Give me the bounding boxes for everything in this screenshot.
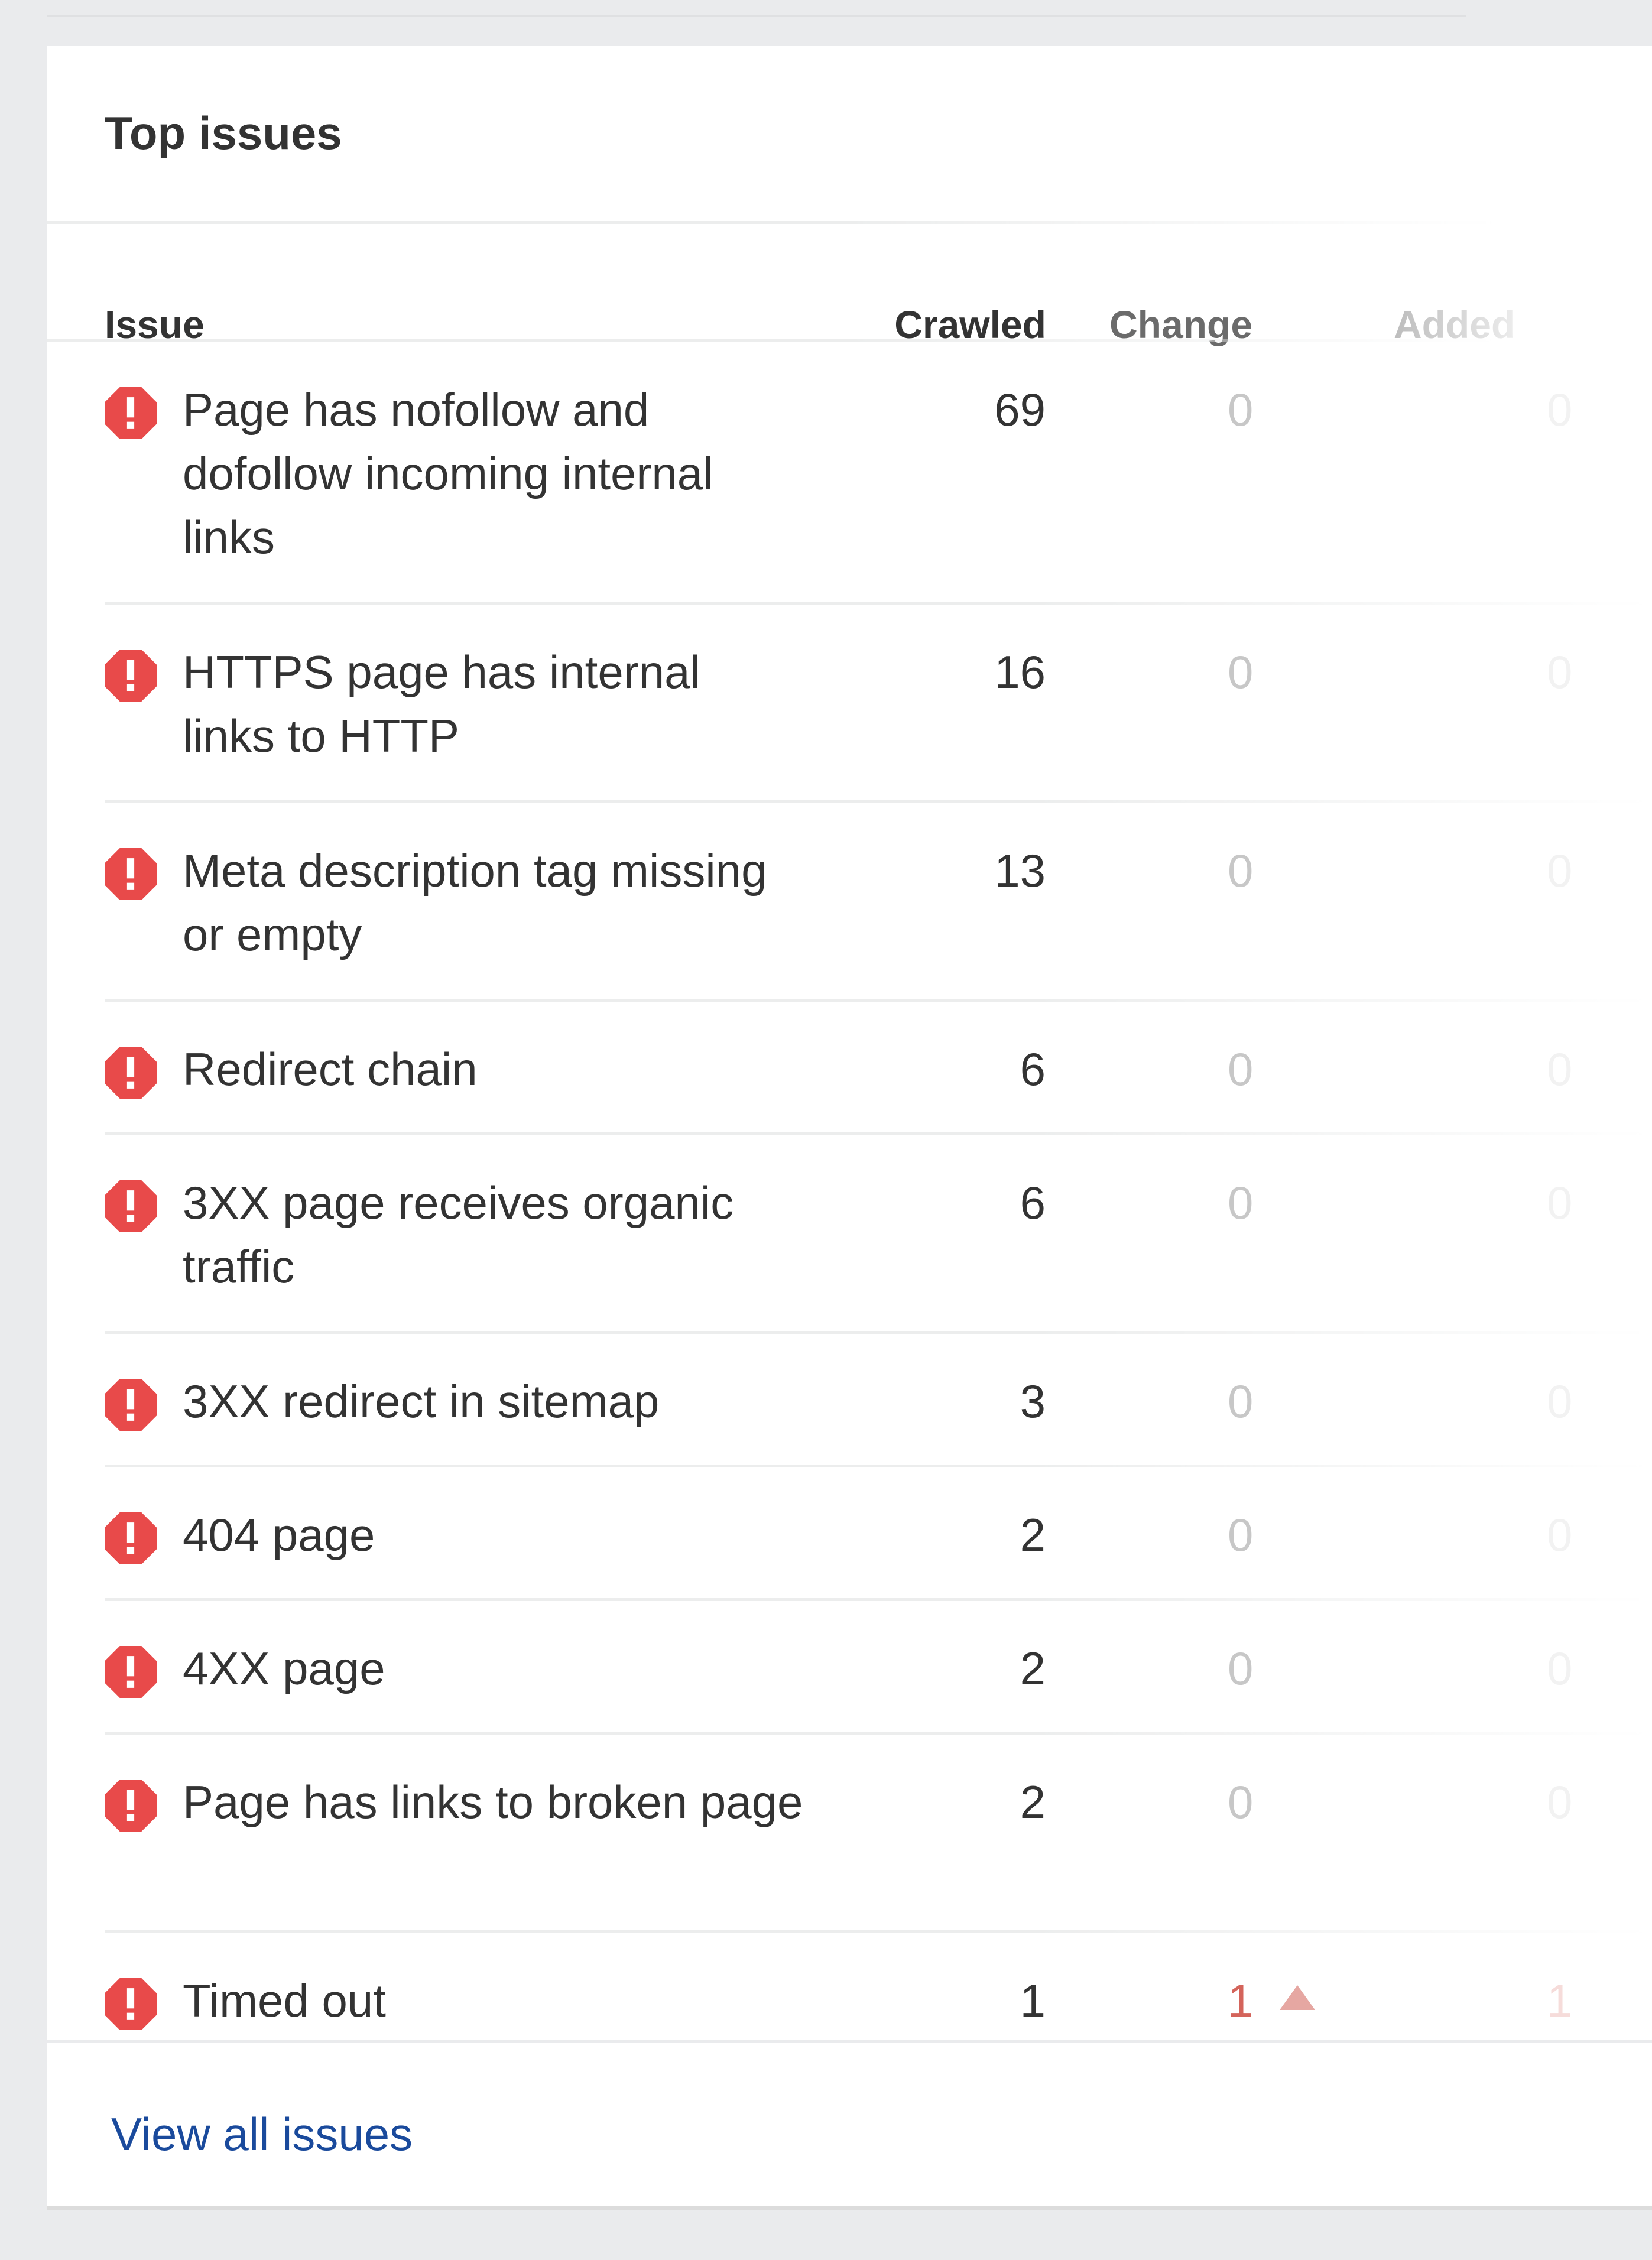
- change-count: 0: [1228, 845, 1254, 897]
- error-octagon-icon: [105, 650, 157, 702]
- crawled-count[interactable]: 1: [1020, 1969, 1046, 2032]
- crawled-count[interactable]: 16: [994, 640, 1046, 704]
- issue-name[interactable]: Page has nofollow and dofollow incoming …: [183, 378, 803, 569]
- error-octagon-icon: [105, 1646, 157, 1698]
- issue-name[interactable]: 3XX page receives organic traffic: [183, 1171, 803, 1298]
- added-count: 0: [1547, 1509, 1573, 1561]
- added-count: 0: [1547, 1177, 1573, 1229]
- table-row[interactable]: 4XX page 2 0 0: [47, 1601, 1652, 1735]
- crawled-count[interactable]: 69: [994, 378, 1046, 441]
- table-row[interactable]: Redirect chain 6 0 0: [47, 1002, 1652, 1135]
- change-count: 0: [1228, 1509, 1254, 1561]
- added-count: 0: [1547, 646, 1573, 698]
- view-all-issues-link[interactable]: View all issues: [111, 2108, 413, 2161]
- issues-table-body: Page has nofollow and dofollow incoming …: [47, 342, 1652, 2067]
- crawled-count[interactable]: 2: [1020, 1503, 1046, 1567]
- top-divider: [47, 15, 1466, 17]
- change-count: 0: [1228, 1177, 1254, 1229]
- error-octagon-icon: [105, 1780, 157, 1832]
- issue-name[interactable]: 4XX page: [183, 1636, 803, 1700]
- error-octagon-icon: [105, 1512, 157, 1564]
- change-count: 0: [1228, 1642, 1254, 1694]
- change-count: 0: [1228, 646, 1254, 698]
- change-count: 0: [1228, 1043, 1254, 1095]
- table-row[interactable]: Page has nofollow and dofollow incoming …: [47, 342, 1652, 605]
- change-count: 1: [1228, 1975, 1254, 2027]
- added-count: 0: [1547, 1043, 1573, 1095]
- footer-divider: [47, 2040, 1652, 2043]
- table-row[interactable]: Timed out 1 1 1: [47, 1933, 1652, 2067]
- column-header-issue[interactable]: Issue: [105, 305, 205, 344]
- error-octagon-icon: [105, 1379, 157, 1431]
- top-issues-card: Top issues Issue Crawled Change Added Pa…: [47, 46, 1652, 2210]
- card-title: Top issues: [105, 107, 342, 159]
- crawled-count[interactable]: 6: [1020, 1037, 1046, 1101]
- error-octagon-icon: [105, 1180, 157, 1232]
- table-row[interactable]: 3XX redirect in sitemap 3 0 0: [47, 1334, 1652, 1467]
- increase-arrow-icon: [1280, 1985, 1315, 2010]
- added-count: 0: [1547, 384, 1573, 436]
- change-count: 0: [1228, 1375, 1254, 1427]
- crawled-count[interactable]: 2: [1020, 1636, 1046, 1700]
- added-count: 0: [1547, 1642, 1573, 1694]
- table-row[interactable]: Meta description tag missing or empty 13…: [47, 803, 1652, 1002]
- column-header-crawled[interactable]: Crawled: [894, 305, 1046, 344]
- issue-name[interactable]: Page has links to broken page: [183, 1770, 803, 1834]
- table-header: Issue Crawled Change Added: [47, 221, 1643, 344]
- table-row[interactable]: HTTPS page has internal links to HTTP 16…: [47, 605, 1652, 803]
- issue-name[interactable]: HTTPS page has internal links to HTTP: [183, 640, 803, 768]
- added-count: 1: [1547, 1975, 1573, 2027]
- issue-name[interactable]: 404 page: [183, 1503, 803, 1567]
- crawled-count[interactable]: 13: [994, 839, 1046, 902]
- crawled-count[interactable]: 2: [1020, 1770, 1046, 1834]
- crawled-count[interactable]: 6: [1020, 1171, 1046, 1235]
- table-row[interactable]: 3XX page receives organic traffic 6 0 0: [47, 1135, 1652, 1334]
- issue-name[interactable]: Redirect chain: [183, 1037, 803, 1101]
- column-header-change[interactable]: Change: [1109, 305, 1252, 344]
- added-count: 0: [1547, 845, 1573, 897]
- issue-name[interactable]: 3XX redirect in sitemap: [183, 1369, 803, 1433]
- column-header-added[interactable]: Added: [1394, 305, 1515, 344]
- crawled-count[interactable]: 3: [1020, 1369, 1046, 1433]
- issue-name[interactable]: Meta description tag missing or empty: [183, 839, 803, 966]
- change-count: 0: [1228, 384, 1254, 436]
- added-count: 0: [1547, 1776, 1573, 1828]
- error-octagon-icon: [105, 1978, 157, 2030]
- error-octagon-icon: [105, 848, 157, 900]
- added-count: 0: [1547, 1375, 1573, 1427]
- table-row[interactable]: 404 page 2 0 0: [47, 1467, 1652, 1601]
- issue-name[interactable]: Timed out: [183, 1969, 803, 2032]
- error-octagon-icon: [105, 387, 157, 439]
- change-count: 0: [1228, 1776, 1254, 1828]
- table-row[interactable]: Page has links to broken page 2 0 0: [47, 1735, 1652, 1933]
- error-octagon-icon: [105, 1047, 157, 1099]
